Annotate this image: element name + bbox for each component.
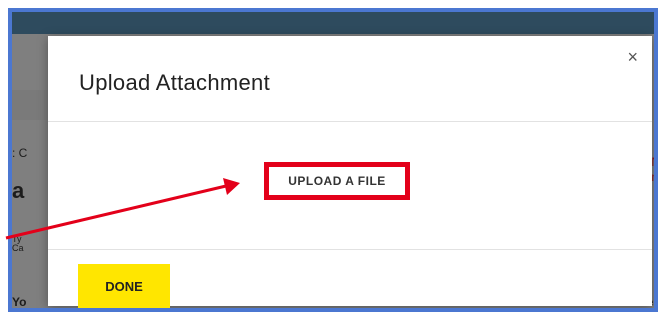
background-heading: a: [12, 178, 25, 203]
background-text: Yo: [12, 295, 27, 309]
upload-file-button[interactable]: UPLOAD A FILE: [264, 162, 410, 200]
app-topbar: [12, 12, 654, 34]
background-text: : C: [12, 146, 28, 160]
close-icon[interactable]: ×: [627, 48, 638, 66]
dialog-body: UPLOAD A FILE: [48, 122, 652, 250]
background-text: Ca: [12, 243, 24, 253]
dialog-header: Upload Attachment ×: [48, 36, 652, 122]
dialog-title: Upload Attachment: [79, 70, 270, 95]
screenshot-frame: : C a Ty Ca Yo GN hin cès Upload Attachm…: [8, 8, 658, 312]
done-button[interactable]: DONE: [78, 264, 170, 308]
upload-attachment-dialog: Upload Attachment × UPLOAD A FILE DONE: [48, 36, 652, 308]
